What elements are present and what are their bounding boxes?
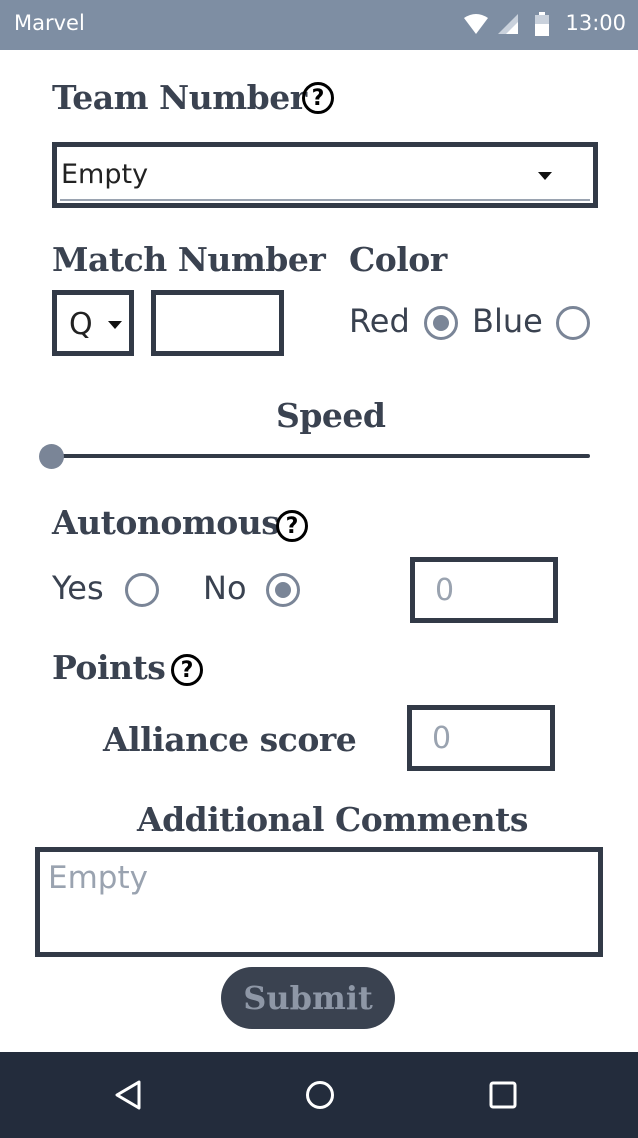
points-help-icon[interactable]: ? (171, 654, 203, 686)
autonomous-no-label: No (203, 569, 247, 607)
select-underline (60, 199, 590, 201)
status-time: 13:00 (565, 11, 626, 35)
comments-placeholder: Empty (48, 860, 148, 896)
match-type-select[interactable]: Q (52, 290, 134, 356)
autonomous-yes-label: Yes (52, 569, 104, 607)
autonomous-yes-radio[interactable] (125, 573, 159, 607)
match-type-value: Q (69, 307, 93, 342)
speed-heading: Speed (276, 396, 386, 435)
team-help-icon[interactable]: ? (302, 82, 334, 114)
home-icon[interactable] (305, 1080, 335, 1110)
team-number-select[interactable]: Empty (52, 142, 598, 208)
chevron-down-icon (108, 321, 122, 329)
autonomous-heading: Autonomous (52, 503, 280, 542)
autonomous-count-input[interactable]: 0 (410, 557, 558, 623)
wifi-icon (464, 14, 488, 34)
navigation-bar (0, 1052, 638, 1138)
submit-button[interactable]: Submit (221, 967, 395, 1029)
color-blue-label: Blue (472, 302, 543, 340)
color-red-label: Red (349, 302, 410, 340)
battery-icon (535, 12, 549, 36)
team-number-value: Empty (61, 159, 149, 190)
autonomous-no-radio[interactable] (266, 573, 300, 607)
chevron-down-icon (538, 172, 552, 180)
signal-icon (498, 14, 518, 34)
speed-slider-thumb[interactable] (39, 444, 64, 469)
autonomous-count-placeholder: 0 (435, 573, 455, 608)
autonomous-help-icon[interactable]: ? (276, 510, 308, 542)
status-bar: Marvel 13:00 (0, 0, 638, 50)
speed-slider-track[interactable] (52, 454, 590, 458)
alliance-score-placeholder: 0 (432, 721, 452, 756)
color-heading: Color (349, 240, 447, 279)
match-number-heading: Match Number (52, 240, 326, 279)
alliance-score-label: Alliance score (103, 720, 357, 759)
back-icon[interactable] (113, 1079, 143, 1111)
status-app-name: Marvel (14, 11, 85, 35)
alliance-score-input[interactable]: 0 (407, 705, 555, 771)
recents-icon[interactable] (489, 1081, 517, 1109)
points-heading: Points (52, 648, 166, 687)
color-red-radio[interactable] (424, 306, 458, 340)
team-number-heading: Team Number (52, 78, 307, 117)
color-blue-radio[interactable] (556, 306, 590, 340)
comments-heading: Additional Comments (137, 800, 528, 839)
match-number-input[interactable] (151, 290, 284, 356)
comments-textarea[interactable]: Empty (35, 847, 603, 957)
